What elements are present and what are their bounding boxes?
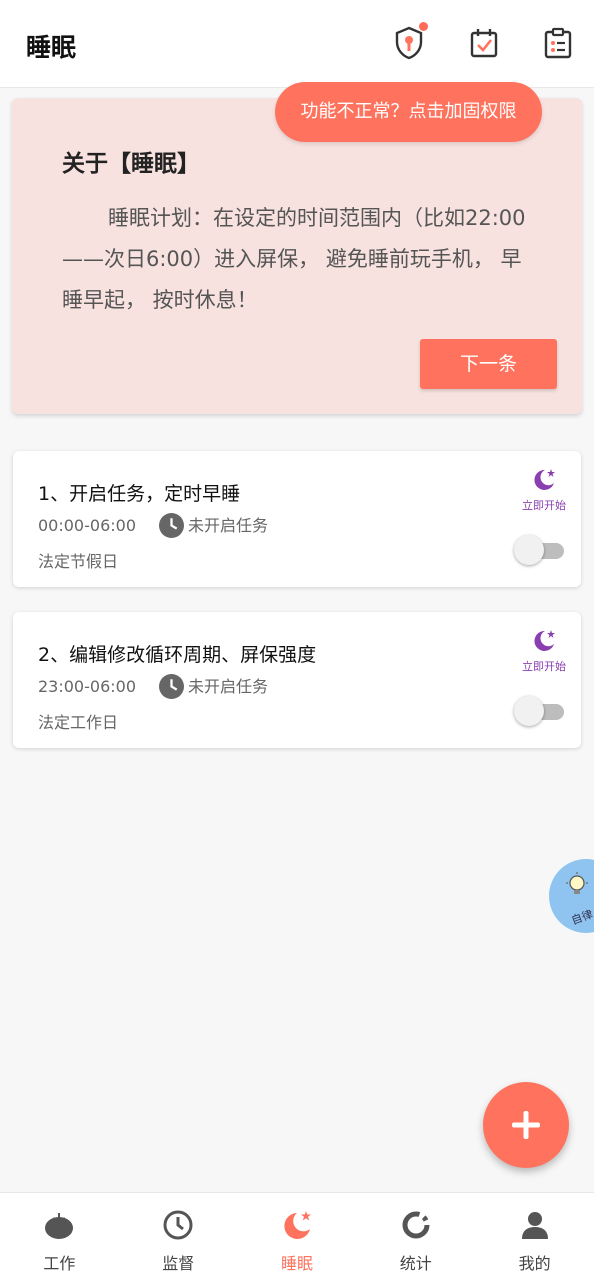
clock-icon [159,513,184,538]
nav-item-stats[interactable]: 统计 [356,1193,475,1280]
task-toggle[interactable] [514,535,564,565]
task-status-text: 未开启任务 [188,515,269,535]
bottom-nav: 工作 监督 睡眠 统计 我的 [0,1192,594,1280]
lightbulb-icon [566,872,588,894]
nav-label: 统计 [399,1254,432,1273]
ring-chart-icon [402,1211,430,1239]
task-title: 2、编辑修改循环周期、屏保强度 [38,644,317,666]
toggle-knob [514,696,544,726]
top-bar: 睡眠 [0,0,594,88]
moon-icon [284,1211,311,1239]
shield-key-icon[interactable] [394,22,428,60]
task-card[interactable]: 2、编辑修改循环周期、屏保强度 23:00-06:00 未开启任务 法定工作日 … [13,612,581,748]
nav-item-mine[interactable]: 我的 [475,1193,594,1280]
task-time: 23:00-06:00 [38,677,136,696]
task-toggle[interactable] [514,696,564,726]
add-task-button[interactable] [483,1082,569,1168]
about-text: 睡眠计划：在设定的时间范围内（比如22:00——次日6:00）进入屏保， 避免睡… [62,206,526,312]
nav-label: 睡眠 [280,1254,313,1273]
start-now-label: 立即开始 [522,499,566,512]
task-status: 未开启任务 [159,674,268,699]
clock-icon [159,674,184,699]
nav-label: 监督 [162,1254,195,1273]
toggle-knob [514,535,544,565]
task-day: 法定工作日 [38,713,119,732]
about-card: 关于【睡眠】 睡眠计划：在设定的时间范围内（比如22:00——次日6:00）进入… [12,98,582,414]
next-button[interactable]: 下一条 [420,339,557,389]
page-title: 睡眠 [26,33,77,62]
task-status-text: 未开启任务 [188,676,269,696]
task-status: 未开启任务 [159,513,268,538]
nav-item-sleep[interactable]: 睡眠 [238,1193,357,1280]
clipboard-list-icon[interactable] [543,26,573,60]
tomato-icon [45,1213,74,1239]
clock-icon [163,1210,193,1240]
nav-item-supervise[interactable]: 监督 [119,1193,238,1280]
task-card[interactable]: 1、开启任务，定时早睡 00:00-06:00 未开启任务 法定节假日 立即开始 [13,451,581,587]
float-label: 自律 [569,907,594,928]
plus-icon [512,1111,540,1139]
permission-tip[interactable]: 功能不正常？点击加固权限 [275,82,542,142]
task-title: 1、开启任务，定时早睡 [38,483,241,505]
nav-label: 我的 [518,1254,551,1273]
nav-label: 工作 [43,1254,76,1273]
task-day: 法定节假日 [38,552,119,571]
task-time: 00:00-06:00 [38,516,136,535]
start-now-button[interactable]: 立即开始 [517,467,571,513]
self-discipline-float-button[interactable]: 自律 [549,859,594,933]
calendar-check-icon[interactable] [469,26,499,60]
notification-dot [419,22,428,31]
moon-icon [534,469,555,490]
about-title: 关于【睡眠】 [62,151,200,177]
moon-icon [534,630,555,651]
start-now-button[interactable]: 立即开始 [517,628,571,674]
nav-item-work[interactable]: 工作 [0,1193,119,1280]
start-now-label: 立即开始 [522,660,566,673]
user-icon [521,1212,548,1239]
